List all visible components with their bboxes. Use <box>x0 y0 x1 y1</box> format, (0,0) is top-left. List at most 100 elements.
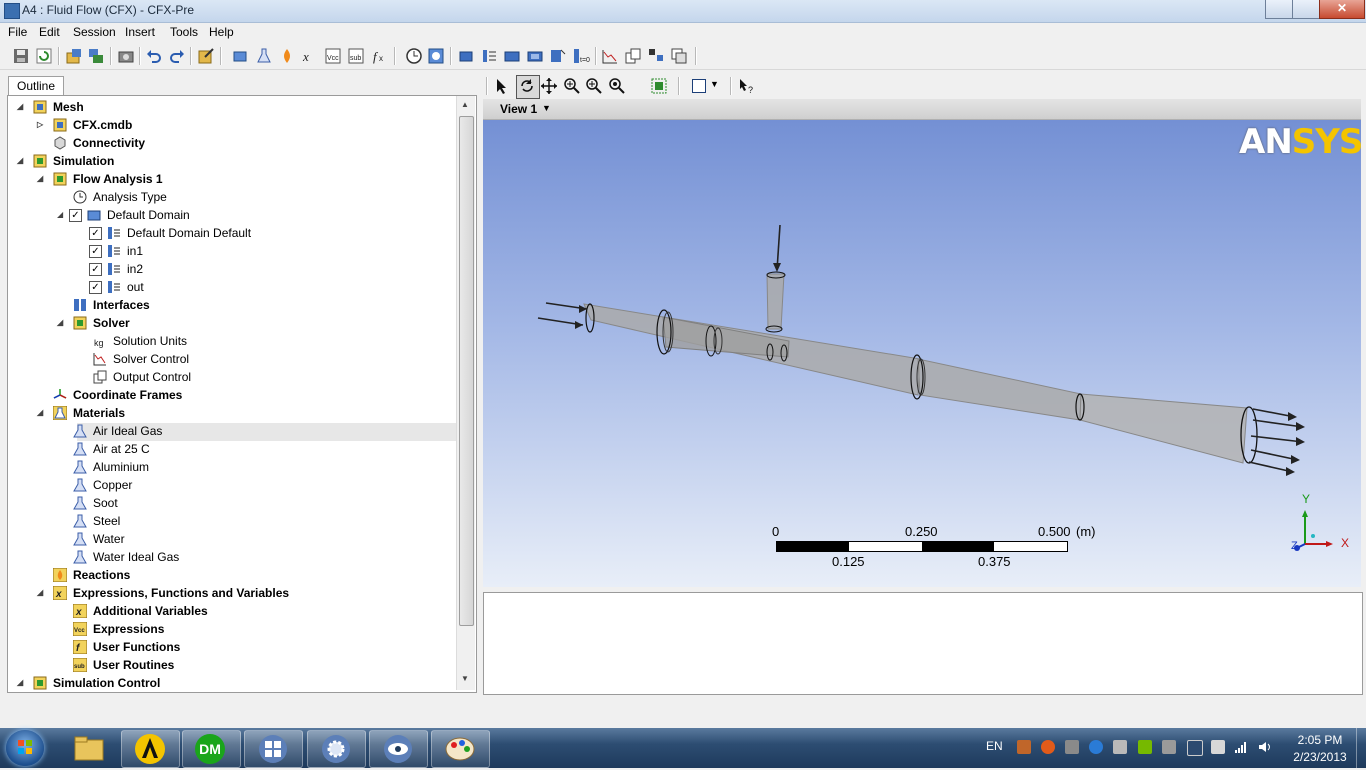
transient-icon[interactable] <box>647 47 665 65</box>
domain-icon[interactable] <box>231 47 249 65</box>
collapse-icon[interactable]: ◢ <box>37 170 47 188</box>
zoom-icon[interactable] <box>563 77 581 95</box>
tree-row[interactable]: sub User Routines <box>8 656 456 674</box>
tree-checkbox[interactable]: ✓ <box>89 281 102 294</box>
tree-row[interactable]: x Additional Variables <box>8 602 456 620</box>
import-icon[interactable] <box>65 47 83 65</box>
outline-tree[interactable]: ◢ Mesh ▷ CFX.cmdb Connectivity ◢ Simulation ◢ Fl… <box>7 95 477 693</box>
camera-icon[interactable] <box>117 47 135 65</box>
tray-printer-icon[interactable] <box>1065 740 1079 754</box>
function-icon[interactable]: fx <box>370 47 388 65</box>
tree-row[interactable]: ◢ Simulation Control <box>8 674 456 692</box>
taskbar-paint[interactable] <box>431 730 490 768</box>
solver-control-icon[interactable] <box>601 47 619 65</box>
zoom-fit-icon[interactable] <box>608 77 626 95</box>
tray-nvidia-icon[interactable] <box>1138 740 1152 754</box>
tree-row[interactable]: Aluminium <box>8 458 456 476</box>
tree-checkbox[interactable]: ✓ <box>69 209 82 222</box>
expand-icon[interactable]: ▷ <box>37 116 47 134</box>
taskbar-cfd-post[interactable] <box>369 730 428 768</box>
fit-view-icon[interactable] <box>650 77 668 95</box>
scroll-up-icon[interactable]: ▲ <box>461 100 469 109</box>
tree-row[interactable]: ◢ ✓ Default Domain <box>8 206 456 224</box>
scroll-down-icon[interactable]: ▼ <box>461 674 469 683</box>
tree-row[interactable]: Interfaces <box>8 296 456 314</box>
copy-icon[interactable] <box>670 47 688 65</box>
tree-row[interactable]: Water Ideal Gas <box>8 548 456 566</box>
tree-row[interactable]: Copper <box>8 476 456 494</box>
undo-icon[interactable] <box>145 47 163 65</box>
clock-date[interactable]: 2/23/2013 <box>1285 750 1355 764</box>
tray-monitor-icon[interactable] <box>1162 740 1176 754</box>
tray-device-icon[interactable] <box>1113 740 1127 754</box>
tree-checkbox[interactable]: ✓ <box>89 227 102 240</box>
select-icon[interactable] <box>494 77 512 95</box>
tree-row[interactable]: Vcc Expressions <box>8 620 456 638</box>
tray-update-icon[interactable] <box>1089 740 1103 754</box>
scrollbar-thumb[interactable] <box>459 116 474 626</box>
minimize-button[interactable] <box>1265 0 1293 19</box>
pan-icon[interactable] <box>540 77 558 95</box>
taskbar-cfx-launcher[interactable] <box>244 730 303 768</box>
close-button[interactable]: ✕ <box>1319 0 1365 19</box>
show-desktop-button[interactable] <box>1356 728 1366 768</box>
tree-row[interactable]: Coordinate Frames <box>8 386 456 404</box>
reaction-icon[interactable] <box>278 47 296 65</box>
message-panel[interactable] <box>483 592 1363 695</box>
vcc-icon[interactable]: Vcc <box>324 47 342 65</box>
collapse-icon[interactable]: ◢ <box>37 584 47 602</box>
interface-icon[interactable] <box>480 47 498 65</box>
tab-outline[interactable]: Outline <box>8 76 64 96</box>
tree-checkbox[interactable]: ✓ <box>89 263 102 276</box>
tree-row[interactable]: Reactions <box>8 566 456 584</box>
source-icon[interactable] <box>526 47 544 65</box>
tree-row[interactable]: Analysis Type <box>8 188 456 206</box>
viewport-layout-icon[interactable] <box>692 79 706 93</box>
tray-network-adapter-icon[interactable] <box>1187 740 1203 756</box>
refresh-icon[interactable] <box>35 47 53 65</box>
language-indicator[interactable]: EN <box>986 739 1003 753</box>
edit-icon[interactable] <box>197 47 215 65</box>
tree-row[interactable]: Air Ideal Gas <box>8 422 456 440</box>
tree-row[interactable]: Soot <box>8 494 456 512</box>
tree-row[interactable]: ✓ in2 <box>8 260 456 278</box>
taskbar-design-modeler[interactable]: DM <box>182 730 241 768</box>
tree-row[interactable]: kg Solution Units <box>8 332 456 350</box>
tree-row[interactable]: Solver Control <box>8 350 456 368</box>
material-icon[interactable] <box>255 47 273 65</box>
redo-icon[interactable] <box>168 47 186 65</box>
expression-icon[interactable]: x <box>301 47 319 65</box>
tree-row[interactable]: ▷ CFX.cmdb <box>8 116 456 134</box>
view-dropdown-icon[interactable]: ▼ <box>542 103 551 113</box>
3d-viewer[interactable]: ANSYS 0 0.250 0.500 (m) 0.125 0.375 Y X … <box>483 120 1361 587</box>
output-icon[interactable] <box>624 47 642 65</box>
tree-row[interactable]: f User Functions <box>8 638 456 656</box>
tree-row[interactable]: Steel <box>8 512 456 530</box>
tree-row[interactable]: Air at 25 C <box>8 440 456 458</box>
tree-row[interactable]: ◢ Flow Analysis 1 <box>8 170 456 188</box>
tree-checkbox[interactable]: ✓ <box>89 245 102 258</box>
monitor-icon[interactable] <box>549 47 567 65</box>
solver-icon[interactable] <box>427 47 445 65</box>
boundary-icon[interactable] <box>457 47 475 65</box>
tree-row[interactable]: ◢ Materials <box>8 404 456 422</box>
menu-file[interactable]: File <box>8 25 27 39</box>
tray-avast-icon[interactable] <box>1041 740 1055 754</box>
rotate-icon[interactable] <box>518 77 536 95</box>
collapse-icon[interactable]: ◢ <box>17 674 27 692</box>
menu-session[interactable]: Session <box>73 25 116 39</box>
maximize-button[interactable] <box>1292 0 1320 19</box>
tree-row[interactable]: Output Control <box>8 368 456 386</box>
tree-row[interactable]: ◢ x Expressions, Functions and Variables <box>8 584 456 602</box>
tree-row[interactable]: ✓ in1 <box>8 242 456 260</box>
tree-row[interactable]: ✓ Default Domain Default <box>8 224 456 242</box>
tray-usb-icon[interactable] <box>1211 740 1225 754</box>
collapse-icon[interactable]: ◢ <box>37 404 47 422</box>
subdomain-icon[interactable] <box>503 47 521 65</box>
sub-icon[interactable]: sub <box>347 47 365 65</box>
menu-insert[interactable]: Insert <box>125 25 155 39</box>
tree-row[interactable]: Water <box>8 530 456 548</box>
collapse-icon[interactable]: ◢ <box>57 314 67 332</box>
clock-icon[interactable] <box>405 47 423 65</box>
tray-app-icon[interactable] <box>1017 740 1031 754</box>
